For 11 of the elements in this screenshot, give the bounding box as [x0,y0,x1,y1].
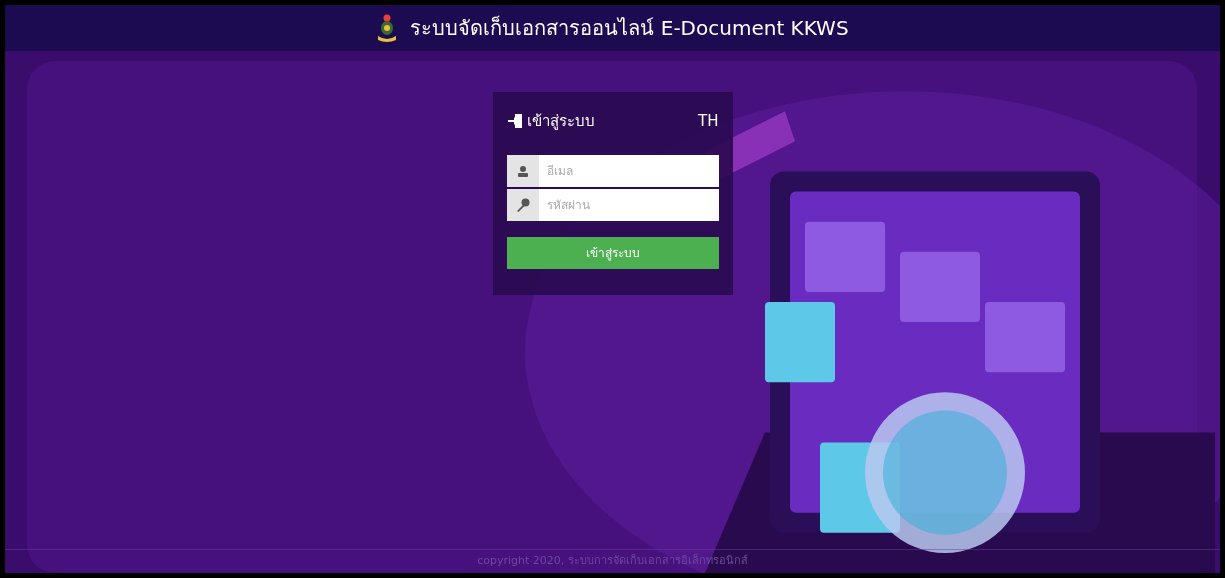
copyright-text: copyright 2020, ระบบการจัดเก็บเอกสารอิเล็กทรอนิกส์ [477,553,748,570]
key-icon [515,197,530,212]
login-title: เข้าสู่ระบบ [526,111,595,132]
sign-in-icon [506,113,523,130]
password-field[interactable]: รหัสผ่าน [538,188,719,221]
emblem-icon [376,14,399,42]
language-label: TH [698,111,719,132]
app-title: ระบบจัดเก็บเอกสารออนไลน์ E-Document KKWS [410,14,849,42]
email-field[interactable]: อีเมล [538,154,719,187]
user-icon [516,164,529,177]
login-button[interactable]: เข้าสู่ระบบ [506,236,719,269]
